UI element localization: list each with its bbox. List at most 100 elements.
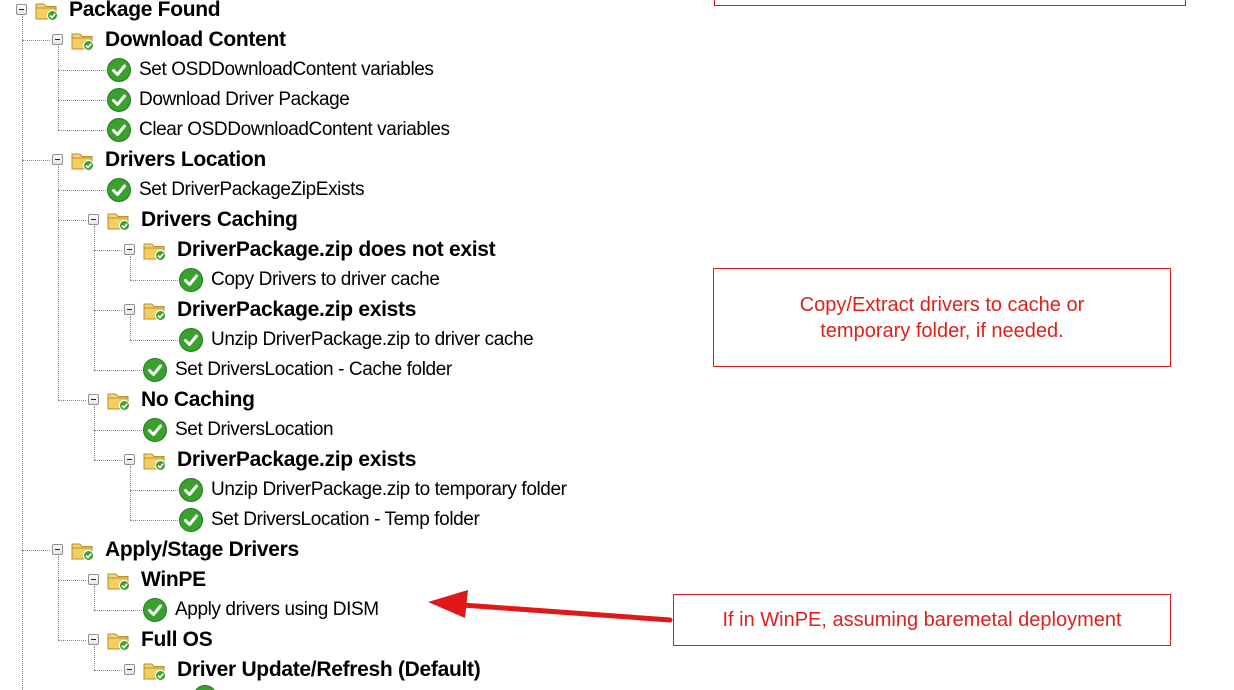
folder-check-icon	[70, 28, 96, 52]
tree-connector-vertical	[94, 406, 95, 460]
tree-connector-horizontal	[94, 430, 142, 431]
green-check-icon	[192, 684, 218, 690]
tree-node-label: DriverPackage.zip does not exist	[177, 238, 496, 261]
tree-node-zip-exists-2[interactable]: DriverPackage.zip exists	[142, 445, 416, 475]
tree-node-download-driver-package[interactable]: Download Driver Package	[106, 85, 350, 115]
collapse-minus-icon[interactable]	[88, 634, 99, 645]
tree-node-zip-exists-1[interactable]: DriverPackage.zip exists	[142, 295, 416, 325]
tree-node-winpe[interactable]: WinPE	[106, 565, 206, 595]
tree-node-apply-dism[interactable]: Apply drivers using DISM	[142, 595, 379, 625]
tree-node-drivers-location[interactable]: Drivers Location	[70, 145, 266, 175]
green-check-icon	[178, 477, 204, 503]
tree-node-unzip-to-temp[interactable]: Unzip DriverPackage.zip to temporary fol…	[178, 475, 567, 505]
tree-node-set-drivers-location[interactable]: Set DriversLocation	[142, 415, 334, 445]
collapse-minus-icon[interactable]	[88, 214, 99, 225]
green-check-icon	[178, 327, 204, 353]
tree-connector-horizontal	[22, 550, 50, 551]
tree-node-label: Drivers Caching	[141, 208, 298, 231]
green-check-icon	[178, 507, 204, 533]
tree-node-label: WinPE	[141, 568, 206, 591]
folder-check-icon	[142, 298, 168, 322]
callout-winpe-text: If in WinPE, assuming baremetal deployme…	[722, 608, 1122, 631]
tree-connector-horizontal	[130, 340, 178, 341]
tree-connector-vertical	[130, 466, 131, 520]
tree-connector-vertical	[94, 586, 95, 610]
tree-node-unzip-to-cache[interactable]: Unzip DriverPackage.zip to driver cache	[178, 325, 534, 355]
folder-check-icon	[70, 148, 96, 172]
tree-node-label: No Caching	[141, 388, 255, 411]
tree-node-label: Package Found	[69, 0, 221, 21]
collapse-minus-icon[interactable]	[124, 454, 135, 465]
callout-copy-extract-line2: temporary folder, if needed.	[820, 319, 1064, 342]
tree-node-clear-osd-vars[interactable]: Clear OSDDownloadContent variables	[106, 115, 450, 145]
folder-check-icon	[34, 0, 60, 22]
tree-connector-horizontal	[94, 460, 122, 461]
tree-connector-horizontal	[94, 670, 122, 671]
folder-check-icon	[142, 658, 168, 682]
tree-connector-horizontal	[94, 370, 142, 371]
tree-connector-vertical	[58, 556, 59, 640]
green-check-icon	[106, 57, 132, 83]
collapse-minus-icon[interactable]	[124, 304, 135, 315]
tree-node-set-location-temp[interactable]: Set DriversLocation - Temp folder	[178, 505, 480, 535]
green-check-icon	[178, 267, 204, 293]
tree-node-no-caching[interactable]: No Caching	[106, 385, 255, 415]
tree-node-label: Apply drivers using DISM	[175, 599, 379, 620]
tree-connector-horizontal	[58, 220, 86, 221]
callout-copy-extract: Copy/Extract drivers to cache or tempora…	[713, 268, 1171, 367]
green-check-icon	[142, 417, 168, 443]
tree-connector-vertical	[130, 256, 131, 280]
tree-node-label: Apply/Stage Drivers	[105, 538, 299, 561]
tree-node-package-found[interactable]: Package Found	[34, 0, 221, 25]
tree-node-set-zip-exists[interactable]: Set DriverPackageZipExists	[106, 175, 364, 205]
tree-connector-horizontal	[22, 160, 50, 161]
collapse-minus-icon[interactable]	[52, 544, 63, 555]
tree-node-label: Drivers Location	[105, 148, 266, 171]
collapse-minus-icon[interactable]	[124, 664, 135, 675]
tree-node-label: Download Driver Package	[139, 89, 350, 110]
tree-node-full-os[interactable]: Full OS	[106, 625, 213, 655]
collapse-minus-icon[interactable]	[16, 4, 27, 15]
tree-connector-vertical	[94, 226, 95, 370]
tree-node-drivers-caching[interactable]: Drivers Caching	[106, 205, 298, 235]
folder-check-icon	[106, 388, 132, 412]
callout-winpe: If in WinPE, assuming baremetal deployme…	[673, 594, 1171, 646]
tree-node-label: Full OS	[141, 628, 213, 651]
green-check-icon	[106, 117, 132, 143]
tree-connector-horizontal	[94, 310, 122, 311]
tree-connector-vertical	[58, 166, 59, 400]
tree-connector-horizontal	[130, 520, 178, 521]
tree-connector-horizontal	[94, 250, 122, 251]
tree-node-set-osd-vars[interactable]: Set OSDDownloadContent variables	[106, 55, 434, 85]
tree-node-label: DriverPackage.zip exists	[177, 298, 417, 321]
tree-node-label: Set DriversLocation - Temp folder	[211, 509, 480, 530]
tree-node-copy-drivers-cache[interactable]: Copy Drivers to driver cache	[178, 265, 440, 295]
green-check-icon	[142, 357, 168, 383]
tree-connector-horizontal	[58, 100, 106, 101]
tree-node-label: Set DriversLocation - Cache folder	[175, 359, 452, 380]
tree-node-driver-update-refresh[interactable]: Driver Update/Refresh (Default)	[142, 655, 481, 685]
tree-node-download-content[interactable]: Download Content	[70, 25, 286, 55]
tree-node-label: Set DriversLocation	[175, 419, 334, 440]
collapse-minus-icon[interactable]	[88, 574, 99, 585]
tree-connector-vertical	[58, 46, 59, 130]
tree-connector-horizontal	[58, 190, 106, 191]
tree-connector-horizontal	[58, 640, 86, 641]
collapse-minus-icon[interactable]	[52, 34, 63, 45]
tree-connector-vertical	[94, 646, 95, 670]
tree-node-set-location-cache[interactable]: Set DriversLocation - Cache folder	[142, 355, 452, 385]
tree-node-label: Set OSDDownloadContent variables	[139, 59, 434, 80]
tree-node-label: Set DriverPackageZipExists	[139, 179, 365, 200]
tree-node-apply-stage-drivers[interactable]: Apply/Stage Drivers	[70, 535, 299, 565]
tree-connector-root-trunk	[22, 16, 23, 690]
collapse-minus-icon[interactable]	[124, 244, 135, 255]
tree-node-zip-not-exist[interactable]: DriverPackage.zip does not exist	[142, 235, 496, 265]
tree-node-label: Copy Drivers to driver cache	[211, 269, 440, 290]
folder-check-icon	[142, 238, 168, 262]
collapse-minus-icon[interactable]	[52, 154, 63, 165]
tree-connector-vertical	[130, 316, 131, 340]
collapse-minus-icon[interactable]	[88, 394, 99, 405]
folder-check-icon	[106, 628, 132, 652]
tree-connector-horizontal	[58, 70, 106, 71]
tree-connector-horizontal	[130, 490, 178, 491]
